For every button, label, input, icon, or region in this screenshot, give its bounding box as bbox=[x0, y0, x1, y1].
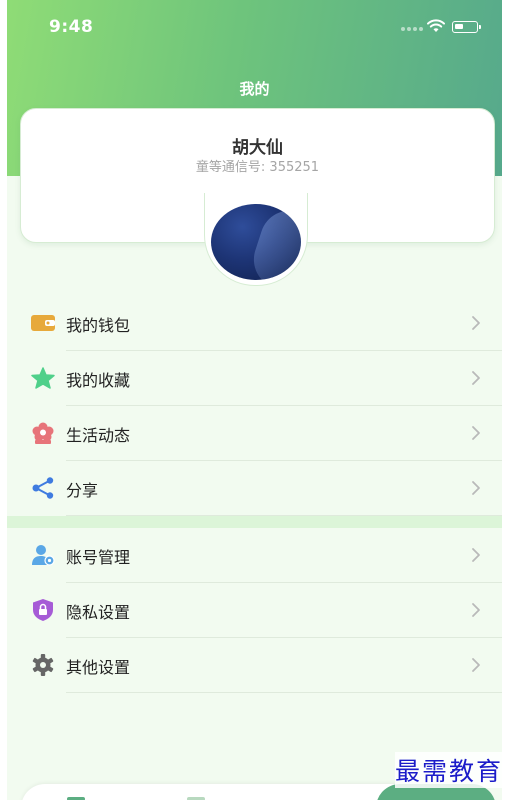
lock-shield-icon bbox=[33, 599, 53, 621]
menu-item-other-settings[interactable]: 其他设置 bbox=[7, 638, 502, 693]
wifi-icon bbox=[427, 19, 445, 32]
status-bar: 9:48 bbox=[7, 0, 502, 52]
menu-group-1: 我的钱包 我的收藏 生活动态 分享 bbox=[7, 296, 502, 516]
menu-label: 其他设置 bbox=[66, 658, 131, 677]
menu-item-wallet[interactable]: 我的钱包 bbox=[7, 296, 502, 351]
status-time: 9:48 bbox=[49, 17, 94, 37]
section-divider bbox=[7, 516, 502, 528]
menu-item-privacy[interactable]: 隐私设置 bbox=[7, 583, 502, 638]
watermark: 最需教育 bbox=[394, 752, 503, 788]
chevron-right-icon bbox=[472, 426, 480, 440]
user-gear-icon bbox=[32, 545, 55, 566]
page-title: 我的 bbox=[239, 80, 270, 98]
flower-icon bbox=[32, 422, 54, 444]
user-name: 胡大仙 bbox=[232, 138, 283, 158]
share-icon bbox=[32, 477, 54, 499]
menu-label: 账号管理 bbox=[66, 548, 131, 567]
chevron-right-icon bbox=[472, 548, 480, 562]
battery-icon bbox=[452, 21, 481, 33]
menu-label: 分享 bbox=[66, 481, 99, 500]
chevron-right-icon bbox=[472, 371, 480, 385]
menu-label: 生活动态 bbox=[66, 426, 131, 445]
phone-screen: 9:48 我的 胡大仙 童等通信号: 355251 我的钱包 我的收藏 生活动态… bbox=[7, 0, 502, 800]
chevron-right-icon bbox=[472, 481, 480, 495]
menu-item-account[interactable]: 账号管理 bbox=[7, 528, 502, 583]
wallet-icon bbox=[31, 315, 55, 331]
menu-label: 我的钱包 bbox=[66, 316, 131, 335]
user-id: 童等通信号: 355251 bbox=[195, 160, 320, 175]
signal-icon bbox=[401, 27, 423, 31]
menu-item-favorites[interactable]: 我的收藏 bbox=[7, 351, 502, 406]
star-icon bbox=[31, 367, 55, 389]
chevron-right-icon bbox=[472, 658, 480, 672]
menu-group-2: 账号管理 隐私设置 其他设置 bbox=[7, 528, 502, 693]
right-frame bbox=[501, 0, 509, 800]
gear-icon bbox=[32, 654, 54, 676]
menu-label: 我的收藏 bbox=[66, 371, 131, 390]
menu-item-share[interactable]: 分享 bbox=[7, 461, 502, 516]
chevron-right-icon bbox=[472, 316, 480, 330]
menu-item-life-feed[interactable]: 生活动态 bbox=[7, 406, 502, 461]
avatar[interactable] bbox=[211, 204, 301, 280]
chevron-right-icon bbox=[472, 603, 480, 617]
menu-label: 隐私设置 bbox=[66, 603, 131, 622]
